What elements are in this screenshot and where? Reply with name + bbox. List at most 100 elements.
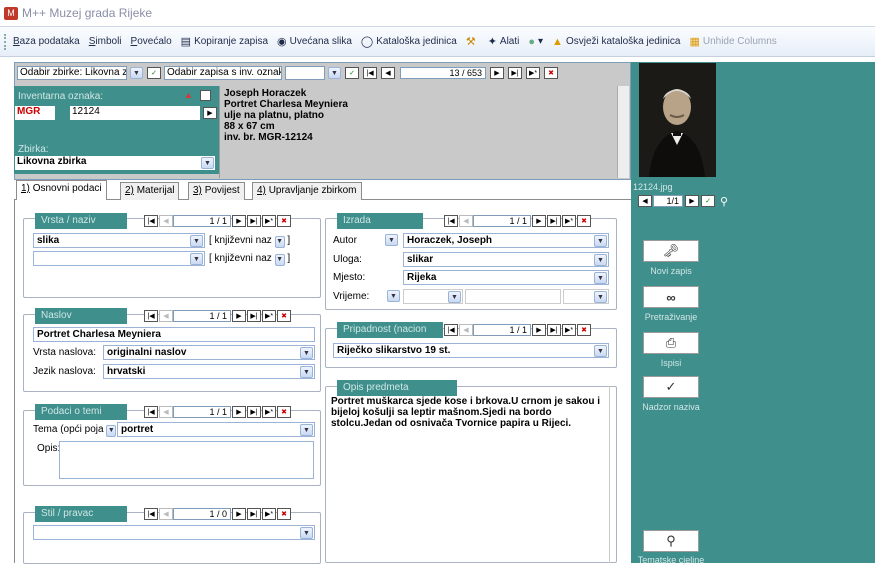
ispisi-button[interactable]: ⎙: [643, 332, 699, 354]
osvjezi-button[interactable]: ▲ Osvježi kataloška jedinica: [552, 36, 680, 48]
toolbar-grip[interactable]: [4, 33, 7, 50]
checkbox-icon[interactable]: ✓: [147, 67, 161, 79]
new-icon[interactable]: ▶*: [562, 215, 576, 227]
prev-icon[interactable]: ◀: [159, 508, 173, 520]
next-icon[interactable]: ▶: [532, 324, 546, 336]
opis-textarea[interactable]: [59, 441, 314, 479]
menu-povecalo[interactable]: Povećalo: [131, 36, 172, 47]
opis-predmeta-text[interactable]: Portret muškarca sjede kose i brkova.U c…: [331, 396, 601, 562]
chevron-down-icon[interactable]: ▼: [300, 527, 313, 539]
novi-zapis-button[interactable]: 🗝: [643, 240, 699, 262]
scrollbar[interactable]: [609, 386, 617, 563]
tema-label[interactable]: Tema (opći poja ▼: [33, 424, 117, 437]
last-icon[interactable]: ▶|: [247, 406, 261, 418]
chevron-down-icon[interactable]: ▼: [130, 67, 143, 79]
first-icon[interactable]: |◀: [444, 215, 458, 227]
tab-povijest[interactable]: 3) Povijest: [188, 182, 245, 200]
kataloska-jedinica-button[interactable]: ◯ Kataloška jedinica: [361, 35, 457, 48]
chevron-down-icon[interactable]: ▼: [274, 235, 285, 248]
next-icon[interactable]: ▶: [232, 508, 246, 520]
nadzor-naziva-button[interactable]: ✓: [643, 376, 699, 398]
checkbox-icon[interactable]: ✓: [345, 67, 359, 79]
chevron-down-icon[interactable]: ▼: [300, 366, 313, 378]
zoom-icon[interactable]: ⚲: [717, 195, 731, 208]
tools-button[interactable]: ⚒: [466, 35, 479, 48]
scrollbar[interactable]: [617, 86, 629, 178]
last-icon[interactable]: ▶|: [547, 215, 561, 227]
chevron-down-icon[interactable]: ▼: [201, 157, 214, 169]
tematske-cjeline-button[interactable]: ⚲: [643, 530, 699, 552]
menu-baza-podataka[interactable]: Baza podataka: [13, 36, 80, 47]
vrsta-field[interactable]: slika ▼: [33, 233, 205, 248]
chevron-down-icon[interactable]: ▼: [190, 235, 203, 247]
first-record-icon[interactable]: |◀: [363, 67, 377, 79]
uloga-combo[interactable]: slikar ▼: [403, 252, 609, 267]
portrait-thumbnail[interactable]: [639, 63, 716, 177]
last-record-icon[interactable]: ▶|: [508, 67, 522, 79]
delete-icon[interactable]: ✖: [277, 310, 291, 322]
chevron-down-icon[interactable]: ▼: [594, 345, 607, 357]
prev-icon[interactable]: ◀: [159, 215, 173, 227]
last-icon[interactable]: ▶|: [247, 508, 261, 520]
new-icon[interactable]: ▶*: [562, 324, 576, 336]
chevron-down-icon[interactable]: ▼: [594, 272, 607, 284]
naslov-field[interactable]: Portret Charlesa Meyniera: [33, 327, 315, 342]
zbirka-combo[interactable]: Likovna zbirka: [15, 156, 215, 170]
chevron-down-icon[interactable]: ▼: [594, 291, 607, 303]
inv-number[interactable]: 12124: [70, 106, 200, 120]
chevron-down-icon[interactable]: ▼: [274, 253, 285, 266]
chevron-down-icon[interactable]: ▼: [190, 253, 203, 265]
new-record-nav-icon[interactable]: ▶*: [526, 67, 540, 79]
prev-icon[interactable]: ◀: [159, 406, 173, 418]
chevron-down-icon[interactable]: ▼: [300, 347, 313, 359]
new-icon[interactable]: ▶*: [262, 215, 276, 227]
vrijeme-combo-3[interactable]: ▼: [563, 289, 609, 304]
new-icon[interactable]: ▶*: [262, 508, 276, 520]
first-icon[interactable]: |◀: [444, 324, 458, 336]
help-button[interactable]: ● ▾: [528, 36, 543, 48]
delete-record-icon[interactable]: ✖: [544, 67, 558, 79]
first-icon[interactable]: |◀: [144, 508, 158, 520]
jezik-naslova-combo[interactable]: hrvatski ▼: [103, 364, 315, 379]
uvecana-slika-button[interactable]: ◉ Uvećana slika: [277, 35, 352, 48]
knjizevni-naziv-label[interactable]: [ književni naz ▼ ]: [209, 235, 290, 248]
chevron-down-icon[interactable]: ▼: [448, 291, 461, 303]
next-icon[interactable]: ▶: [532, 215, 546, 227]
kopiranje-zapisa-button[interactable]: ▤ Kopiranje zapisa: [181, 35, 268, 48]
next-record-icon[interactable]: ▶: [490, 67, 504, 79]
vrsta-naslova-combo[interactable]: originalni naslov ▼: [103, 345, 315, 360]
delete-icon[interactable]: ✖: [277, 215, 291, 227]
chevron-down-icon[interactable]: ▼: [594, 254, 607, 266]
chevron-down-icon[interactable]: ▼: [385, 234, 398, 246]
vrsta-field-empty[interactable]: ▼: [33, 251, 205, 266]
knjizevni-naziv-label[interactable]: [ književni naz ▼ ]: [209, 253, 290, 266]
autor-combo[interactable]: Horaczek, Joseph ▼: [403, 233, 609, 248]
prev-record-icon[interactable]: ◀: [381, 67, 395, 79]
prev-image-icon[interactable]: ◀: [638, 195, 652, 207]
delete-icon[interactable]: ✖: [277, 508, 291, 520]
delete-icon[interactable]: ✖: [577, 215, 591, 227]
last-icon[interactable]: ▶|: [547, 324, 561, 336]
delete-icon[interactable]: ✖: [577, 324, 591, 336]
last-icon[interactable]: ▶|: [247, 215, 261, 227]
chevron-down-icon[interactable]: ▼: [328, 67, 341, 79]
inv-prefix[interactable]: MGR: [15, 106, 55, 120]
chevron-down-icon[interactable]: ▼: [106, 424, 117, 437]
pretrazivanje-button[interactable]: ∞: [643, 286, 699, 308]
inv-checkbox[interactable]: [200, 90, 211, 101]
tema-combo[interactable]: portret ▼: [117, 422, 315, 437]
chevron-down-icon[interactable]: ▼: [387, 290, 400, 302]
tab-upravljanje-zbirkom[interactable]: 4) Upravljanje zbirkom: [252, 182, 362, 200]
prev-icon[interactable]: ◀: [459, 215, 473, 227]
chevron-down-icon[interactable]: ▼: [594, 235, 607, 247]
checkbox-icon[interactable]: ✓: [701, 195, 715, 207]
stil-combo[interactable]: ▼: [33, 525, 315, 540]
odabir-zbirke-combo[interactable]: Odabir zbirke: Likovna zbirka: [17, 66, 127, 80]
next-image-icon[interactable]: ▶: [685, 195, 699, 207]
unhide-columns-button[interactable]: ▦ Unhide Columns: [689, 35, 776, 48]
prev-icon[interactable]: ◀: [459, 324, 473, 336]
go-icon[interactable]: ▶: [203, 107, 217, 119]
next-icon[interactable]: ▶: [232, 406, 246, 418]
first-icon[interactable]: |◀: [144, 215, 158, 227]
tab-osnovni-podaci[interactable]: 1) Osnovni podaci: [16, 180, 107, 200]
